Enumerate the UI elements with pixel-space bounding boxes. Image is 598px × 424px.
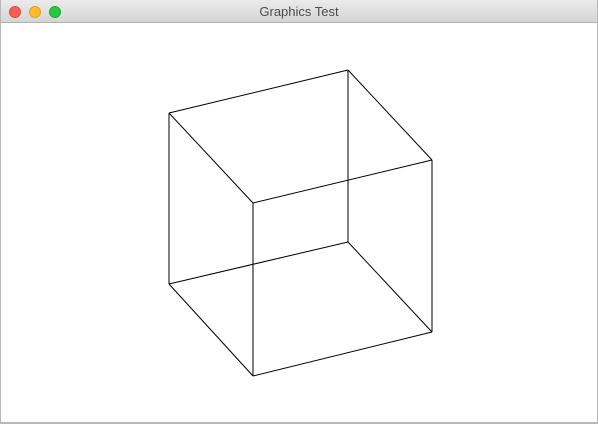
app-window: Graphics Test [0,0,598,424]
cube-edge-connect-bottom-right [347,241,433,333]
cube-edge-connect-bottom-left [168,283,254,377]
cube-edge-front-top [252,159,433,204]
window-title: Graphics Test [259,4,339,19]
cube-edge-back-top [168,69,349,114]
cube-drawing [168,69,433,377]
cube-edge-back-bottom [168,241,349,285]
graphics-canvas[interactable] [1,23,597,422]
cube-edge-front-bottom [252,331,433,377]
title-bar[interactable]: Graphics Test [1,0,597,23]
cube-edge-connect-top-right [347,69,433,161]
cube-edge-connect-top-left [168,112,254,204]
